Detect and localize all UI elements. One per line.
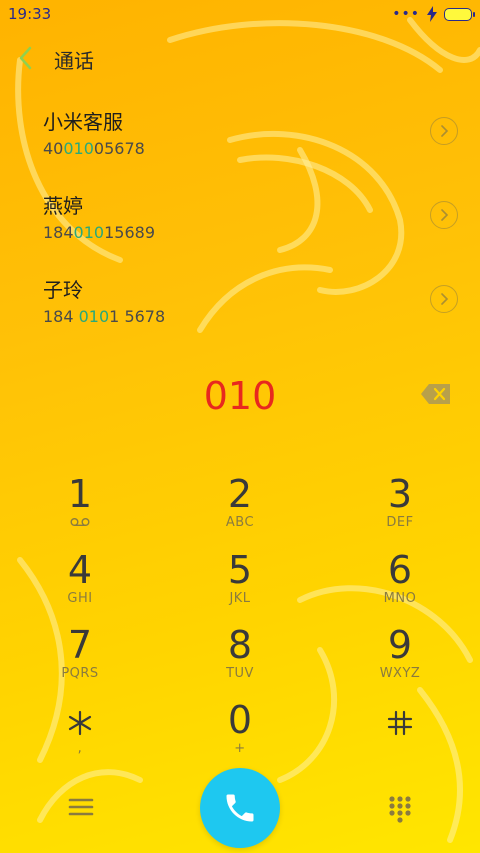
signal-dots: ••• xyxy=(392,6,420,22)
status-time: 19:33 xyxy=(8,5,52,23)
call-button[interactable] xyxy=(200,768,280,848)
contact-name: 小米客服 xyxy=(43,110,123,134)
hash-icon xyxy=(387,710,413,736)
backspace-icon xyxy=(421,384,450,404)
number-match: 010 xyxy=(63,139,94,158)
key-6[interactable]: 6 MNO xyxy=(335,548,465,618)
back-button[interactable] xyxy=(14,44,38,72)
chevron-right-circle-icon xyxy=(441,293,449,305)
lightning-icon xyxy=(427,6,437,22)
page-title: 通话 xyxy=(54,49,94,73)
contact-number: 4001005678 xyxy=(43,139,145,158)
chevron-right-circle-icon xyxy=(441,209,449,221)
contact-detail-button[interactable] xyxy=(430,201,458,229)
key-star[interactable]: , xyxy=(15,698,145,768)
key-4[interactable]: 4 GHI xyxy=(15,548,145,618)
dialed-number: 010 xyxy=(203,374,277,418)
asterisk-icon xyxy=(68,710,92,736)
number-match: 010 xyxy=(73,223,105,242)
number-match: 010 xyxy=(78,307,110,326)
status-icons: ••• xyxy=(392,6,475,22)
dialpad-icon xyxy=(389,796,411,823)
battery-icon xyxy=(444,7,475,21)
backspace-button[interactable] xyxy=(420,383,452,405)
contact-detail-button[interactable] xyxy=(430,117,458,145)
contact-number: 18401015689 xyxy=(43,223,155,242)
voicemail-icon xyxy=(70,518,90,526)
key-1[interactable]: 1 xyxy=(15,472,145,542)
key-8[interactable]: 8 TUV xyxy=(175,623,305,693)
key-hash[interactable] xyxy=(335,698,465,768)
key-7[interactable]: 7 PQRS xyxy=(15,623,145,693)
key-0[interactable]: 0 + xyxy=(175,698,305,768)
status-bar: 19:33 ••• xyxy=(0,0,480,28)
key-9[interactable]: 9 WXYZ xyxy=(335,623,465,693)
contact-detail-button[interactable] xyxy=(430,285,458,313)
contact-number: 184 0101 5678 xyxy=(43,307,166,326)
dialpad-toggle-button[interactable] xyxy=(388,795,412,823)
chevron-left-icon xyxy=(19,46,32,70)
menu-button[interactable] xyxy=(68,796,94,818)
phone-icon xyxy=(226,794,254,822)
contact-item[interactable]: 子玲 184 0101 5678 xyxy=(0,274,480,358)
contact-name: 燕婷 xyxy=(43,194,83,218)
key-5[interactable]: 5 JKL xyxy=(175,548,305,618)
contact-name: 子玲 xyxy=(43,278,83,302)
key-2[interactable]: 2 ABC xyxy=(175,472,305,542)
contact-item[interactable]: 燕婷 18401015689 xyxy=(0,190,480,274)
menu-icon xyxy=(68,798,94,816)
chevron-right-circle-icon xyxy=(441,125,449,137)
key-3[interactable]: 3 DEF xyxy=(335,472,465,542)
contact-item[interactable]: 小米客服 4001005678 xyxy=(0,106,480,190)
